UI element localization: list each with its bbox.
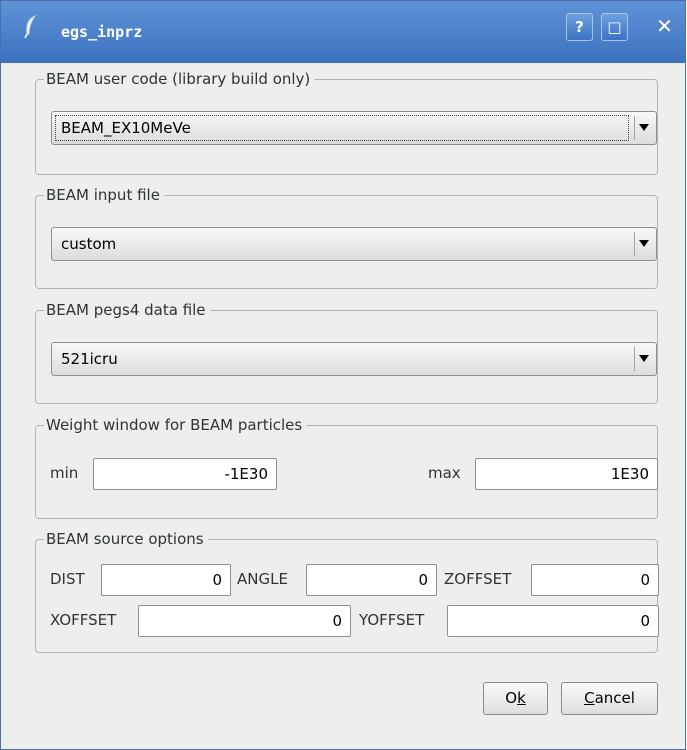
cancel-mnemonic: C xyxy=(584,689,595,707)
maximize-button[interactable]: □ xyxy=(601,13,628,41)
yoffset-label: YOFFSET xyxy=(359,611,425,629)
dialog-window: egs_inprz ? □ ✕ BEAM user code (library … xyxy=(0,0,686,750)
feather-icon xyxy=(24,15,37,39)
combo-separator xyxy=(634,116,635,140)
weight-window-group: Weight window for BEAM particles min -1E… xyxy=(35,415,658,519)
close-button[interactable]: ✕ xyxy=(651,13,678,41)
user-code-group: BEAM user code (library build only) BEAM… xyxy=(35,69,658,175)
combo-separator xyxy=(634,347,635,371)
user-code-legend: BEAM user code (library build only) xyxy=(44,69,315,89)
user-code-combo[interactable]: BEAM_EX10MeVe xyxy=(51,111,657,145)
user-code-value: BEAM_EX10MeVe xyxy=(61,119,191,137)
min-label: min xyxy=(50,464,79,482)
pegs-file-group: BEAM pegs4 data file 521icru xyxy=(35,300,658,404)
max-field[interactable]: 1E30 xyxy=(475,458,658,490)
dropdown-arrow-icon[interactable] xyxy=(639,355,649,362)
input-file-value: custom xyxy=(61,235,117,253)
zoffset-label: ZOFFSET xyxy=(444,570,512,588)
window-title: egs_inprz xyxy=(61,23,143,41)
title-bar[interactable]: egs_inprz ? □ ✕ xyxy=(1,1,685,63)
help-button[interactable]: ? xyxy=(566,13,593,41)
ok-mnemonic: k xyxy=(517,689,526,707)
max-label: max xyxy=(428,464,461,482)
angle-label: ANGLE xyxy=(237,570,288,588)
dropdown-arrow-icon[interactable] xyxy=(639,124,649,131)
combo-separator xyxy=(634,232,635,256)
pegs-file-combo[interactable]: 521icru xyxy=(51,342,657,376)
xoffset-field[interactable]: 0 xyxy=(138,605,351,637)
ok-button[interactable]: Ok xyxy=(483,682,548,715)
input-file-legend: BEAM input file xyxy=(44,185,164,205)
cancel-label-rest: ancel xyxy=(594,689,635,707)
xoffset-label: XOFFSET xyxy=(50,611,117,629)
dist-label: DIST xyxy=(50,570,85,588)
angle-field[interactable]: 0 xyxy=(306,564,437,596)
ok-label-prefix: O xyxy=(505,689,518,707)
input-file-combo[interactable]: custom xyxy=(51,227,657,261)
weight-window-legend: Weight window for BEAM particles xyxy=(44,415,307,435)
source-options-group: BEAM source options DIST 0 ANGLE 0 ZOFFS… xyxy=(35,529,659,653)
cancel-button[interactable]: Cancel xyxy=(561,682,658,715)
pegs-file-value: 521icru xyxy=(61,350,118,368)
input-file-group: BEAM input file custom xyxy=(35,185,658,289)
min-field[interactable]: -1E30 xyxy=(93,458,277,490)
source-options-legend: BEAM source options xyxy=(44,529,208,549)
dropdown-arrow-icon[interactable] xyxy=(639,240,649,247)
pegs-file-legend: BEAM pegs4 data file xyxy=(44,300,210,320)
dist-field[interactable]: 0 xyxy=(101,564,231,596)
zoffset-field[interactable]: 0 xyxy=(531,564,659,596)
yoffset-field[interactable]: 0 xyxy=(447,605,659,637)
